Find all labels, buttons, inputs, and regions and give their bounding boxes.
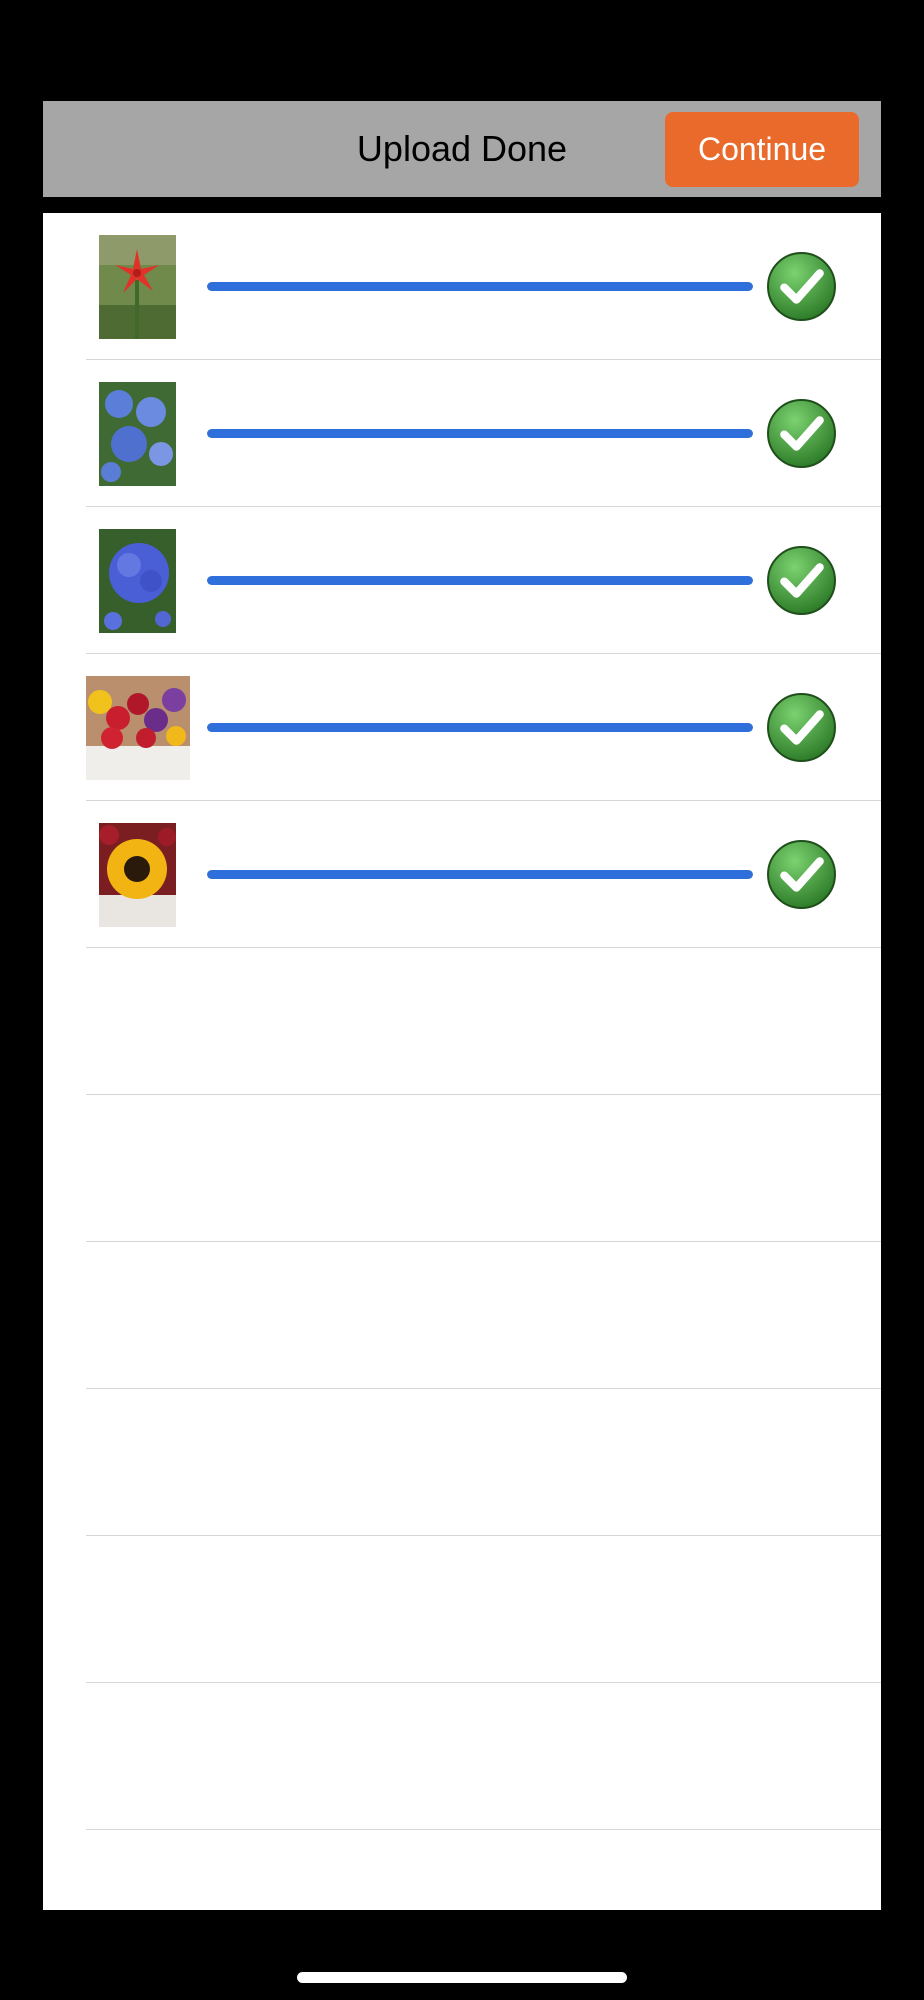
upload-progress-bar: [207, 282, 753, 291]
continue-button[interactable]: Continue: [665, 112, 859, 187]
upload-progress-bar: [207, 870, 753, 879]
green-check-icon: [766, 398, 837, 469]
upload-progress-bar: [207, 429, 753, 438]
upload-row: [43, 213, 881, 360]
green-check-icon: [766, 839, 837, 910]
upload-row: [43, 654, 881, 801]
upload-row: [43, 360, 881, 507]
screen: Upload Done Continue: [0, 0, 924, 2000]
empty-row: [43, 1389, 881, 1536]
photo-thumbnail-blue-hydrangea: [99, 382, 176, 486]
upload-progress-bar: [207, 723, 753, 732]
upload-progress-fill: [207, 870, 753, 879]
photo-thumbnail-sunflower: [99, 823, 176, 927]
green-check-icon: [766, 692, 837, 763]
upload-list[interactable]: [43, 213, 881, 1910]
upload-progress-bar: [207, 576, 753, 585]
empty-row: [43, 948, 881, 1095]
photo-thumbnail-rose-bouquet: [86, 676, 190, 780]
header-bar: Upload Done Continue: [43, 101, 881, 197]
upload-row: [43, 507, 881, 654]
upload-progress-fill: [207, 282, 753, 291]
row-divider: [86, 1829, 881, 1830]
upload-progress-fill: [207, 576, 753, 585]
empty-row: [43, 1242, 881, 1389]
upload-progress-fill: [207, 429, 753, 438]
upload-row: [43, 801, 881, 948]
empty-row: [43, 1683, 881, 1830]
empty-row: [43, 1536, 881, 1683]
green-check-icon: [766, 251, 837, 322]
photo-thumbnail-red-lily: [99, 235, 176, 339]
photo-thumbnail-purple-hydrangea: [99, 529, 176, 633]
empty-row: [43, 1095, 881, 1242]
green-check-icon: [766, 545, 837, 616]
home-indicator[interactable]: [297, 1972, 627, 1983]
upload-progress-fill: [207, 723, 753, 732]
